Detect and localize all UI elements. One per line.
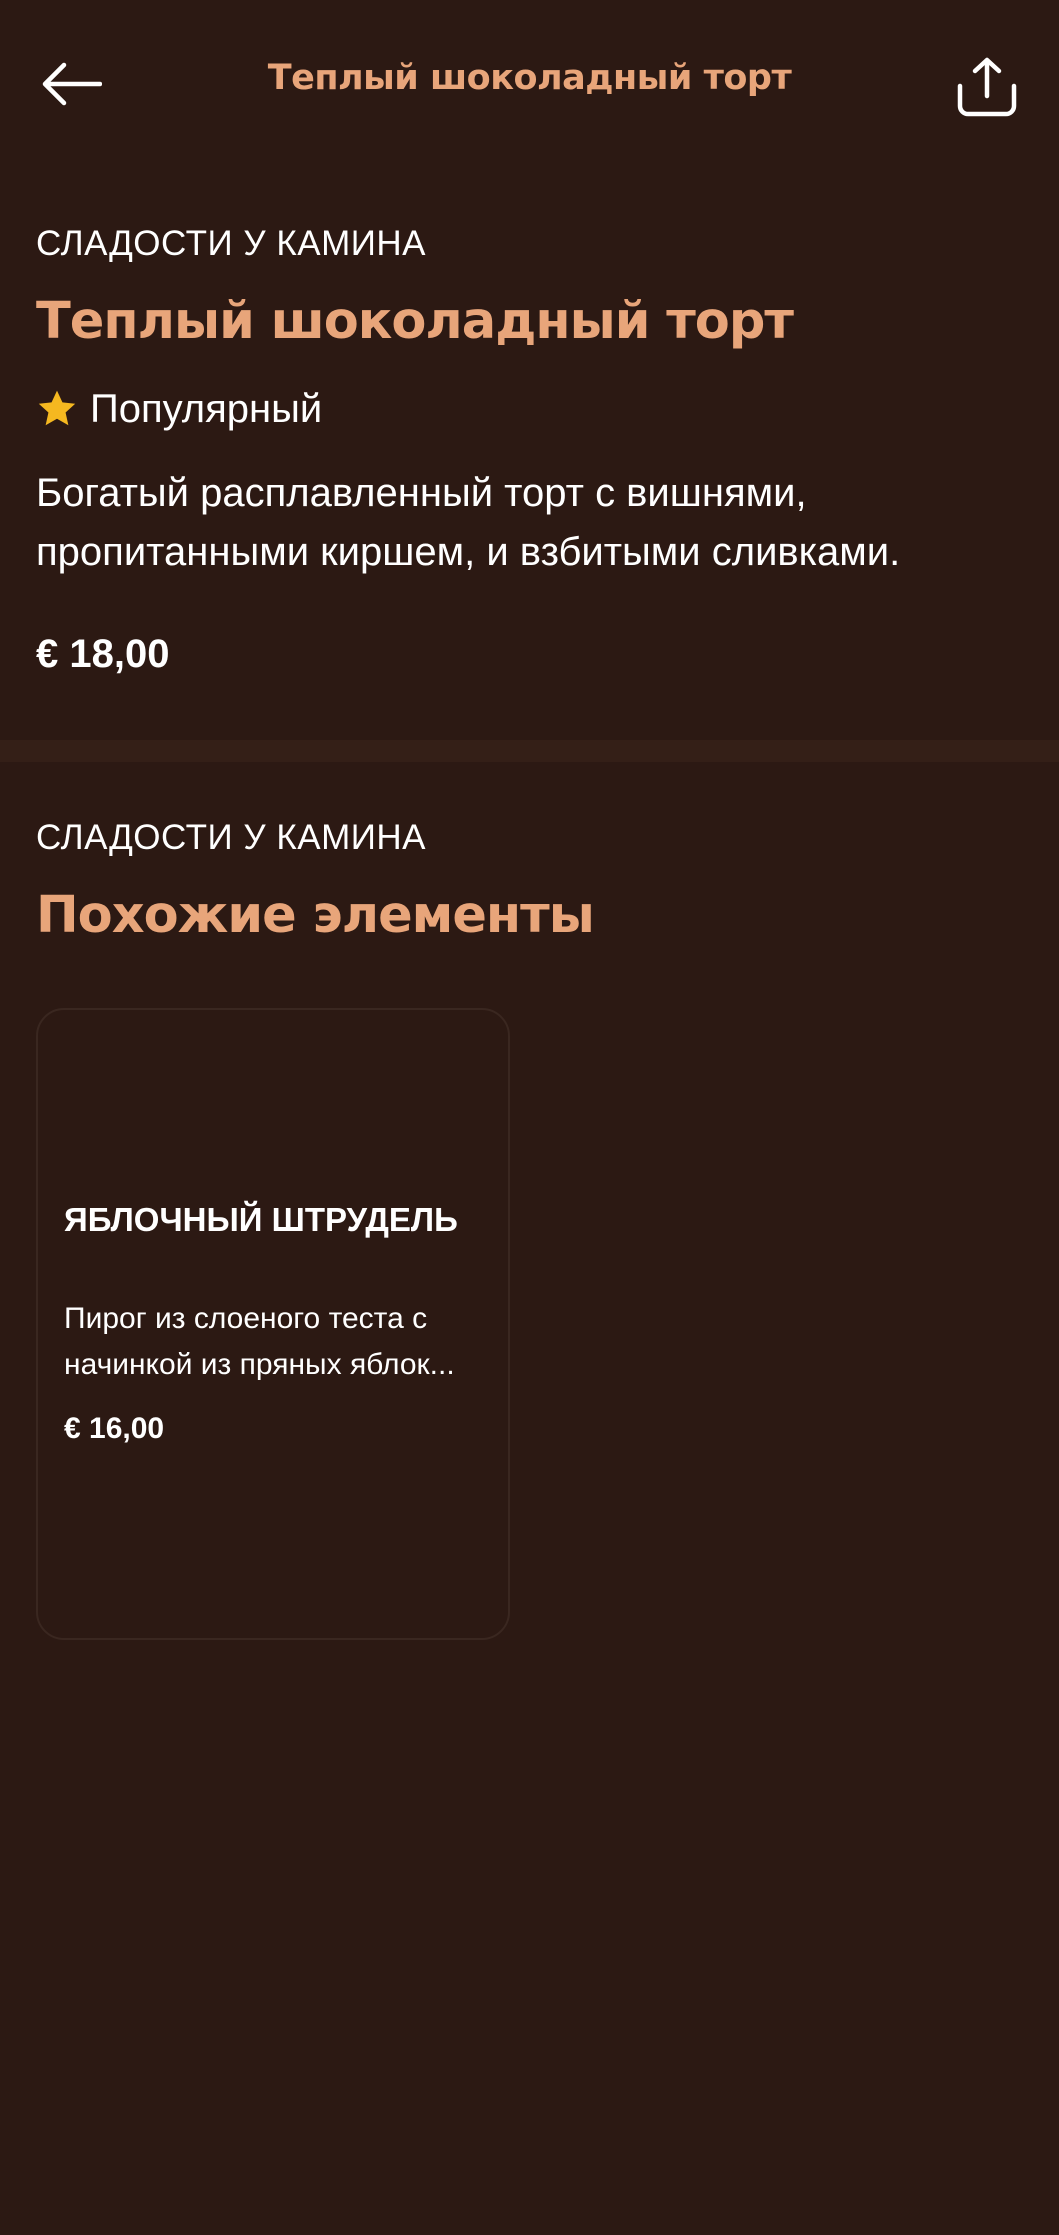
badge-label: Популярный <box>90 386 323 431</box>
item-price: € 18,00 <box>36 632 170 676</box>
related-item-card[interactable]: ЯБЛОЧНЫЙ ШТРУДЕЛЬ Пирог из слоеного тест… <box>36 1008 510 1640</box>
arrow-left-icon <box>42 62 102 106</box>
top-bar: Теплый шоколадный торт <box>0 0 1059 170</box>
star-icon <box>38 390 76 426</box>
related-item-description: Пирог из слоеного теста с начинкой из пр… <box>64 1302 455 1381</box>
related-category: СЛАДОСТИ У КАМИНА <box>36 818 427 857</box>
related-item-price: € 16,00 <box>64 1412 165 1445</box>
share-button[interactable] <box>948 48 1026 126</box>
related-title: Похожие элементы <box>36 886 595 945</box>
related-item-name: ЯБЛОЧНЫЙ ШТРУДЕЛЬ <box>64 1201 458 1238</box>
section-divider <box>0 740 1059 762</box>
popular-badge: Популярный <box>36 384 322 434</box>
share-icon <box>957 57 1017 117</box>
header-title: Теплый шоколадный торт <box>267 58 792 98</box>
item-category: СЛАДОСТИ У КАМИНА <box>36 224 427 263</box>
back-button[interactable] <box>36 52 108 116</box>
item-title: Теплый шоколадный торт <box>36 292 794 351</box>
item-description: Богатый расплавленный торт с вишнями, пр… <box>36 471 901 574</box>
